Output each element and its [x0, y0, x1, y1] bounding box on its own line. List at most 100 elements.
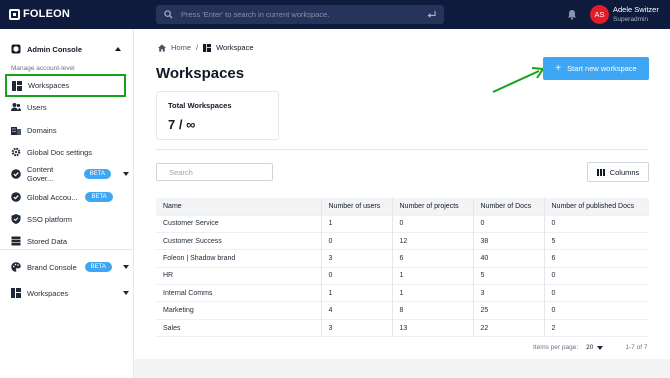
- sidebar-item-workspaces[interactable]: Workspaces: [5, 74, 126, 97]
- sidebar-subheading: Manage account-level: [11, 65, 75, 72]
- sidebar-item-global-account[interactable]: Global Accou... BETA: [11, 190, 129, 204]
- start-new-workspace-button[interactable]: + Start new workspace: [543, 57, 649, 80]
- columns-label: Columns: [609, 167, 640, 177]
- cell-projects: 1: [392, 284, 474, 302]
- chevron-up-icon[interactable]: [115, 47, 121, 51]
- cell-name[interactable]: Customer Service: [156, 214, 322, 233]
- pagination: Items per page: 20 1-7 of 7: [533, 344, 647, 351]
- shield-icon: [11, 214, 21, 224]
- section-divider: [156, 149, 649, 150]
- cell-published-docs: 0: [544, 266, 649, 285]
- cell-projects: 6: [392, 249, 474, 268]
- cell-users: 4: [321, 301, 393, 320]
- cell-name[interactable]: Sales: [156, 318, 322, 338]
- cell-published-docs: 5: [544, 231, 649, 250]
- beta-badge: BETA: [84, 262, 112, 272]
- table-search[interactable]: [156, 163, 273, 181]
- sidebar-divider: [0, 249, 133, 250]
- total-workspaces-value: 7 / ∞: [168, 117, 196, 132]
- sidebar-item-sso-platform[interactable]: SSO platform: [11, 212, 129, 226]
- chevron-down-icon: [597, 345, 604, 350]
- beta-badge: BETA: [83, 169, 111, 179]
- sidebar-item-label: Users: [27, 102, 47, 112]
- cell-docs: 5: [473, 266, 545, 285]
- sidebar-item-label: SSO platform: [27, 214, 73, 224]
- breadcrumb: Home / Workspace: [158, 43, 254, 52]
- cell-name[interactable]: Customer Success: [156, 231, 322, 250]
- sidebar-item-label: Workspaces: [28, 81, 70, 90]
- cell-name[interactable]: Internal Comms: [156, 284, 322, 302]
- top-bar: FOLEON AS Adele Switzer Superadmin: [0, 0, 670, 29]
- sidebar-item-label: Workspaces: [27, 288, 69, 298]
- global-search-input[interactable]: [181, 10, 427, 19]
- items-per-page-select[interactable]: 20: [586, 344, 604, 351]
- columns-icon: [596, 168, 605, 176]
- table-row[interactable]: HR 0 1 5 0: [156, 266, 649, 285]
- table-row[interactable]: Sales 3 13 22 2: [156, 318, 649, 338]
- global-search[interactable]: [156, 5, 444, 24]
- table-search-input[interactable]: [169, 167, 266, 177]
- user-name: Adele Switzer: [613, 5, 659, 14]
- workspace-icon: [11, 288, 21, 298]
- foleon-logo[interactable]: FOLEON: [9, 8, 70, 20]
- sidebar-item-label: Global Doc settings: [27, 147, 93, 157]
- table-row[interactable]: Customer Success 0 12 38 5: [156, 231, 649, 250]
- cell-name[interactable]: Foleon | Shadow brand: [156, 249, 322, 268]
- cell-published-docs: 0: [544, 214, 649, 233]
- column-header-published-docs[interactable]: Number of published Docs: [544, 198, 649, 215]
- users-icon: [11, 103, 21, 111]
- table-row[interactable]: Internal Comms 1 1 3 0: [156, 284, 649, 302]
- table-header-row: Name Number of users Number of projects …: [156, 198, 649, 215]
- cell-projects: 1: [392, 266, 474, 285]
- user-role: Superadmin: [613, 16, 649, 23]
- table-row[interactable]: Customer Service 1 0 0 0: [156, 214, 649, 233]
- sidebar-item-global-doc-settings[interactable]: Global Doc settings: [11, 145, 129, 159]
- check-badge-icon: [11, 192, 21, 202]
- chevron-down-icon[interactable]: [123, 291, 129, 295]
- sidebar-item-content-governance[interactable]: Content Gover... BETA: [11, 165, 129, 183]
- admin-console-toggle[interactable]: Admin Console: [11, 44, 82, 54]
- cell-published-docs: 0: [544, 284, 649, 302]
- cell-name[interactable]: HR: [156, 266, 322, 285]
- footer-band: [134, 359, 670, 378]
- columns-button[interactable]: Columns: [587, 162, 649, 182]
- gear-icon: [11, 147, 21, 157]
- breadcrumb-home[interactable]: Home: [171, 43, 191, 52]
- column-header-name[interactable]: Name: [156, 198, 322, 215]
- cell-docs: 40: [473, 249, 545, 268]
- cell-name[interactable]: Marketing: [156, 301, 322, 320]
- sidebar-item-stored-data[interactable]: Stored Data: [11, 234, 129, 248]
- cell-users: 0: [321, 266, 393, 285]
- table-row[interactable]: Foleon | Shadow brand 3 6 40 6: [156, 249, 649, 268]
- chevron-down-icon[interactable]: [123, 265, 129, 269]
- column-header-users[interactable]: Number of users: [321, 198, 393, 215]
- start-new-workspace-label: Start new workspace: [567, 64, 637, 73]
- avatar[interactable]: AS: [590, 5, 609, 24]
- table-row[interactable]: Marketing 4 8 25 0: [156, 301, 649, 320]
- sidebar-item-users[interactable]: Users: [11, 100, 129, 114]
- column-header-projects[interactable]: Number of projects: [392, 198, 474, 215]
- palette-icon: [11, 262, 21, 272]
- cell-users: 3: [321, 249, 393, 268]
- sidebar-item-label: Domains: [27, 125, 57, 135]
- sidebar-item-label: Brand Console: [27, 262, 77, 272]
- domains-icon: [11, 127, 21, 135]
- admin-console-label: Admin Console: [27, 44, 83, 54]
- bell-icon[interactable]: [567, 9, 577, 20]
- sidebar-item-workspaces-menu[interactable]: Workspaces: [11, 286, 129, 300]
- column-header-docs[interactable]: Number of Docs: [473, 198, 545, 215]
- home-icon[interactable]: [158, 43, 166, 52]
- workspace-icon: [203, 43, 212, 52]
- sidebar-item-brand-console[interactable]: Brand Console BETA: [11, 260, 129, 274]
- sidebar-item-label: Stored Data: [27, 236, 68, 246]
- cell-docs: 3: [473, 284, 545, 302]
- sidebar: Admin Console Manage account-level Works…: [0, 29, 134, 378]
- chevron-down-icon[interactable]: [123, 172, 129, 176]
- cell-projects: 13: [392, 318, 474, 338]
- cell-published-docs: 6: [544, 249, 649, 268]
- breadcrumb-separator: /: [196, 43, 199, 52]
- total-workspaces-card: Total Workspaces 7 / ∞: [156, 91, 279, 140]
- sidebar-item-domains[interactable]: Domains: [11, 123, 129, 137]
- logo-text: FOLEON: [23, 8, 71, 20]
- items-per-page-label: Items per page:: [533, 344, 579, 351]
